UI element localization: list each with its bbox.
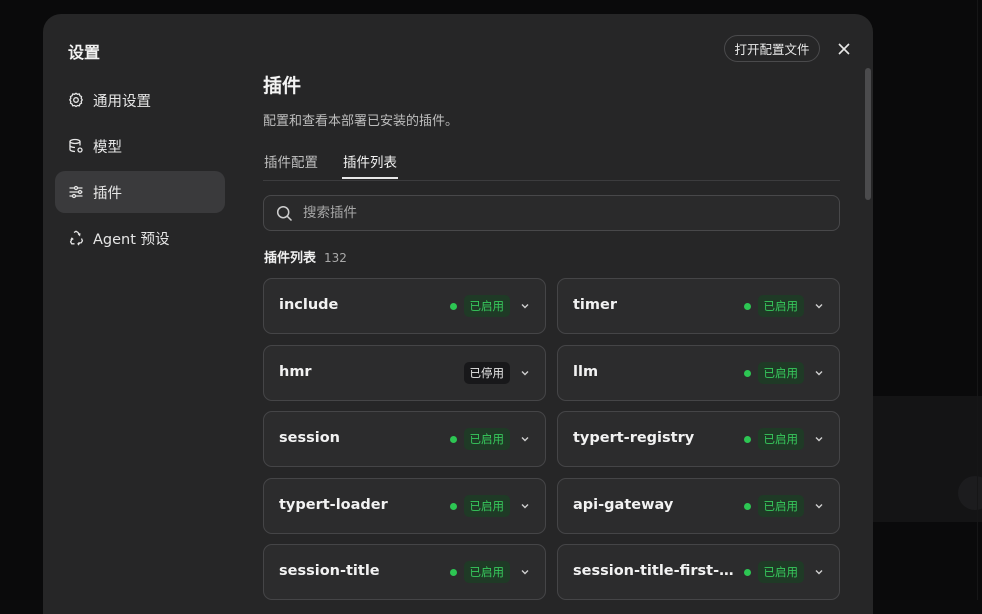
plugin-name: session-title bbox=[279, 563, 380, 579]
close-icon bbox=[837, 42, 851, 56]
dialog-title: 设置 bbox=[68, 39, 100, 63]
status-badge: 已停用 bbox=[464, 362, 511, 384]
database-icon bbox=[68, 138, 84, 154]
plugin-card[interactable]: session 已启用 bbox=[263, 411, 546, 467]
status-dot bbox=[744, 569, 751, 576]
plugin-card[interactable]: typert-registry 已启用 bbox=[557, 411, 840, 467]
status-dot bbox=[744, 436, 751, 443]
chevron-down-icon[interactable] bbox=[813, 566, 825, 578]
status-dot bbox=[450, 503, 457, 510]
plugin-name: typert-registry bbox=[573, 430, 694, 446]
status-badge: 已启用 bbox=[758, 295, 805, 317]
plugin-name: timer bbox=[573, 297, 617, 313]
close-button[interactable] bbox=[833, 38, 855, 60]
sliders-icon bbox=[68, 184, 84, 200]
recycle-icon bbox=[68, 230, 84, 246]
chevron-down-icon[interactable] bbox=[813, 367, 825, 379]
settings-nav: 通用设置 模型 插件 bbox=[55, 79, 225, 263]
status-badge: 已启用 bbox=[464, 428, 511, 450]
plugin-card[interactable]: typert-loader 已启用 bbox=[263, 478, 546, 534]
tab-bar: 插件配置 插件列表 bbox=[263, 147, 840, 181]
plugin-card[interactable]: include 已启用 bbox=[263, 278, 546, 334]
settings-dialog: 设置 通用设置 模型 bbox=[43, 14, 873, 614]
status-dot bbox=[450, 569, 457, 576]
plugin-card[interactable]: session-title-first-m... 已启用 bbox=[557, 544, 840, 600]
page-title: 插件 bbox=[263, 71, 301, 98]
status-badge: 已启用 bbox=[758, 428, 805, 450]
plugin-name: api-gateway bbox=[573, 497, 673, 513]
chevron-down-icon[interactable] bbox=[813, 500, 825, 512]
chevron-down-icon[interactable] bbox=[813, 300, 825, 312]
plugin-list-header: 插件列表 132 bbox=[264, 247, 347, 266]
chevron-down-icon[interactable] bbox=[519, 433, 531, 445]
search-box bbox=[263, 195, 840, 231]
background-divider bbox=[977, 0, 978, 600]
plugin-card[interactable]: session-title 已启用 bbox=[263, 544, 546, 600]
search-input[interactable] bbox=[301, 204, 805, 222]
status-dot bbox=[744, 303, 751, 310]
page-description: 配置和查看本部署已安装的插件。 bbox=[263, 110, 458, 129]
plugin-name: session-title-first-m... bbox=[573, 563, 738, 579]
nav-item-label: Agent 预设 bbox=[93, 228, 170, 249]
tab-plugin-list[interactable]: 插件列表 bbox=[343, 151, 397, 171]
plugin-card[interactable]: api-gateway 已启用 bbox=[557, 478, 840, 534]
plugin-name: session bbox=[279, 430, 340, 446]
active-tab-indicator bbox=[342, 177, 398, 179]
nav-item-label: 通用设置 bbox=[93, 90, 151, 111]
chevron-down-icon[interactable] bbox=[519, 500, 531, 512]
status-badge: 已启用 bbox=[464, 561, 511, 583]
nav-item-general[interactable]: 通用设置 bbox=[55, 79, 225, 121]
status-badge: 已启用 bbox=[464, 295, 511, 317]
status-dot bbox=[744, 370, 751, 377]
nav-item-label: 插件 bbox=[93, 182, 122, 203]
plugin-count: 132 bbox=[324, 251, 347, 265]
search-icon bbox=[276, 205, 293, 222]
plugin-name: llm bbox=[573, 364, 598, 380]
chevron-down-icon[interactable] bbox=[519, 566, 531, 578]
plugin-name: include bbox=[279, 297, 338, 313]
scrollbar-thumb[interactable] bbox=[865, 68, 871, 200]
status-dot bbox=[450, 436, 457, 443]
chevron-down-icon[interactable] bbox=[813, 433, 825, 445]
nav-item-label: 模型 bbox=[93, 136, 122, 157]
plugin-name: typert-loader bbox=[279, 497, 388, 513]
nav-item-models[interactable]: 模型 bbox=[55, 125, 225, 167]
open-config-file-button[interactable]: 打开配置文件 bbox=[724, 35, 820, 62]
plugin-name: hmr bbox=[279, 364, 312, 380]
chevron-down-icon[interactable] bbox=[519, 367, 531, 379]
status-dot bbox=[744, 503, 751, 510]
status-badge: 已启用 bbox=[758, 561, 805, 583]
plugin-card[interactable]: llm 已启用 bbox=[557, 345, 840, 401]
chevron-down-icon[interactable] bbox=[519, 300, 531, 312]
nav-item-agent-presets[interactable]: Agent 预设 bbox=[55, 217, 225, 259]
plugin-card[interactable]: hmr 已停用 bbox=[263, 345, 546, 401]
status-badge: 已启用 bbox=[464, 495, 511, 517]
plugin-list-title: 插件列表 bbox=[264, 247, 316, 266]
status-badge: 已启用 bbox=[758, 362, 805, 384]
tab-plugin-config[interactable]: 插件配置 bbox=[264, 151, 318, 171]
status-dot bbox=[450, 303, 457, 310]
nav-item-plugins[interactable]: 插件 bbox=[55, 171, 225, 213]
gear-icon bbox=[68, 92, 84, 108]
status-badge: 已启用 bbox=[758, 495, 805, 517]
plugin-card[interactable]: timer 已启用 bbox=[557, 278, 840, 334]
